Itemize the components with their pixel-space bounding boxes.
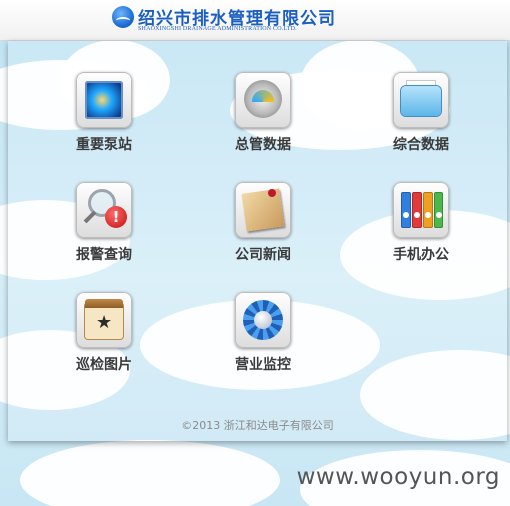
binders-icon <box>393 182 449 238</box>
tile-company-news[interactable]: 公司新闻 <box>208 182 318 278</box>
company-logo-icon <box>112 6 134 28</box>
notepad-icon <box>235 182 291 238</box>
gauge-icon <box>235 72 291 128</box>
tile-label: 巡检图片 <box>76 357 132 373</box>
tile-label: 报警查询 <box>76 247 132 263</box>
copyright-text: ©2013 浙江和达电子有限公司 <box>181 419 334 432</box>
tile-label: 总管数据 <box>235 137 291 153</box>
tile-label: 公司新闻 <box>235 247 291 263</box>
header: 绍兴市排水管理有限公司 SHAOXINGSHI DRAINAGE ADMINIS… <box>0 0 510 41</box>
tile-label: 综合数据 <box>393 137 449 153</box>
calendar-icon: ★ <box>76 292 132 348</box>
pump-station-icon <box>76 72 132 128</box>
watermark: www.wooyun.org <box>296 464 500 490</box>
tile-pump-station[interactable]: 重要泵站 <box>49 72 159 168</box>
tile-main-data[interactable]: 总管数据 <box>208 72 318 168</box>
tile-comprehensive-data[interactable]: 综合数据 <box>366 72 476 168</box>
tile-business-monitor[interactable]: 营业监控 <box>208 292 318 388</box>
company-name-english: SHAOXINGSHI DRAINAGE ADMINISTRATION CO.L… <box>138 26 297 32</box>
cloud <box>20 440 280 506</box>
tile-mobile-office[interactable]: 手机办公 <box>366 182 476 278</box>
tile-label: 重要泵站 <box>76 137 132 153</box>
tile-inspection-photos[interactable]: ★ 巡检图片 <box>49 292 159 388</box>
menu-panel: 重要泵站 总管数据 综合数据 ! 报警查询 公司新闻 手机办公 ★ 巡检图片 营… <box>8 41 507 441</box>
tile-label: 营业监控 <box>235 357 291 373</box>
folder-icon <box>393 72 449 128</box>
tile-label: 手机办公 <box>393 247 449 263</box>
tile-alarm-query[interactable]: ! 报警查询 <box>49 182 159 278</box>
gear-icon <box>235 292 291 348</box>
alarm-search-icon: ! <box>76 182 132 238</box>
